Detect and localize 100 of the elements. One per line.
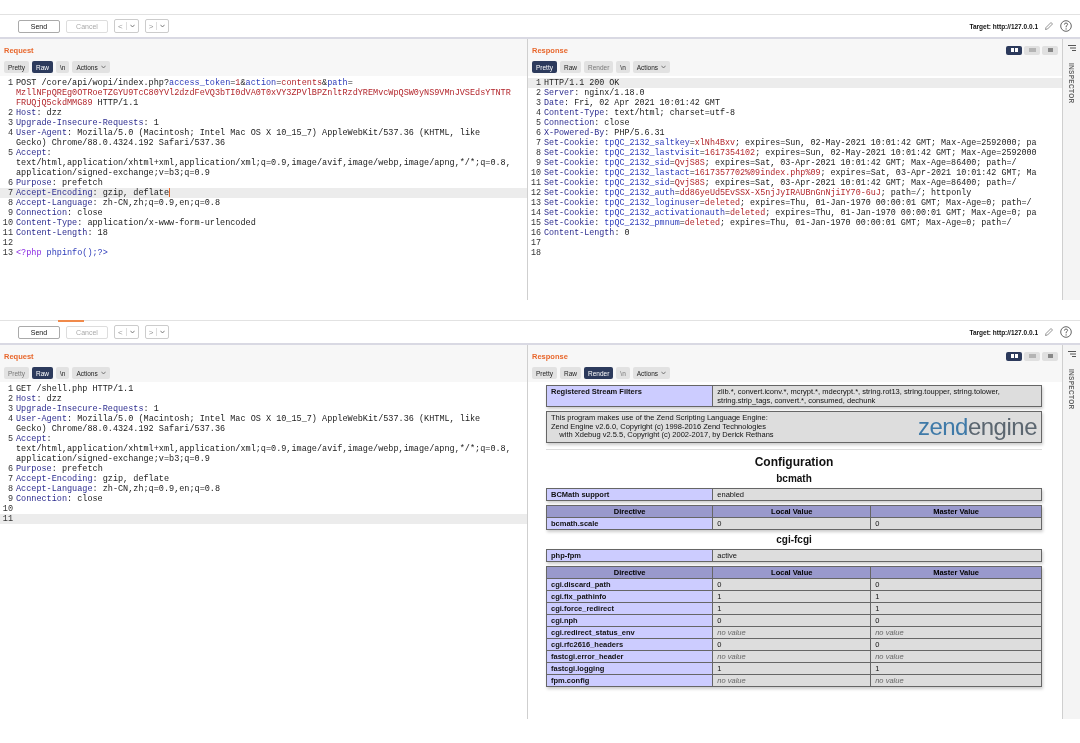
split-view-icon bbox=[1010, 48, 1018, 52]
line-number: 11 bbox=[1, 228, 14, 238]
line-number: 7 bbox=[6, 474, 14, 484]
menu-icon[interactable] bbox=[1067, 45, 1076, 51]
line-number: 11 bbox=[1, 514, 14, 524]
line-number: 3 bbox=[6, 118, 14, 128]
code-line: Set-Cookie: tpQC_2132_sid=QvjS8S; expires=Sat, 03-Apr-2021 10:01:42 GMT; Max-Age=86400; path=/ bbox=[544, 178, 1017, 188]
line-number: 4 bbox=[6, 414, 14, 424]
pencil-icon[interactable] bbox=[1044, 21, 1054, 31]
section-heading: cgi-fcgi bbox=[776, 534, 812, 545]
stacked-view-icon bbox=[1028, 354, 1036, 358]
code-line: application/signed-exchange;v=b3;q=0.9 bbox=[16, 454, 210, 464]
code-line: Purpose: prefetch bbox=[16, 464, 103, 474]
line-number: 10 bbox=[1, 504, 14, 514]
layout-toggle[interactable] bbox=[1024, 351, 1040, 361]
chevron-icon bbox=[100, 65, 106, 69]
code-line: Set-Cookie: tpQC_2132_sid=QvjS8S; expires=Sat, 03-Apr-2021 10:01:42 GMT; Max-Age=86400; path=/ bbox=[544, 158, 1017, 168]
line-number: 2 bbox=[534, 88, 542, 98]
layout-toggle[interactable] bbox=[1042, 351, 1058, 361]
code-line: Upgrade-Insecure-Requests: 1 bbox=[16, 118, 159, 128]
code-line: <?php phpinfo();?> bbox=[16, 248, 108, 258]
split-view-icon bbox=[1010, 354, 1018, 358]
code-line: Accept: bbox=[16, 434, 52, 444]
layout-toggle[interactable] bbox=[1006, 45, 1022, 55]
code-line: Set-Cookie: tpQC_2132_auth=dd86yeUd5EvSSX-X5njJyIRAUBnGnNjiIY70-6uJ; path=/; httponly bbox=[544, 188, 972, 198]
code-line: GET /shell.php HTTP/1.1 bbox=[16, 384, 134, 394]
chevron-icon bbox=[661, 65, 667, 69]
help-icon[interactable] bbox=[1060, 326, 1072, 338]
dropdown-caret-icon bbox=[160, 330, 166, 334]
layout-toggle[interactable] bbox=[1024, 45, 1040, 55]
code-line: Gecko) Chrome/88.0.4324.192 Safari/537.36 bbox=[16, 138, 226, 148]
line-number: 13 bbox=[1, 248, 14, 258]
line-number: 11 bbox=[529, 178, 542, 188]
code-line: Set-Cookie: tpQC_2132_activationauth=deleted; expires=Thu, 01-Jan-1970 00:00:01 GMT; Max-Age=0; pa bbox=[544, 208, 1037, 218]
dropdown-caret-icon bbox=[129, 330, 135, 334]
code-line: Server: nginx/1.18.0 bbox=[544, 88, 645, 98]
line-number: 2 bbox=[6, 394, 14, 404]
line-number: 15 bbox=[529, 218, 542, 228]
line-number: 13 bbox=[529, 198, 542, 208]
code-line: Content-Type: application/x-www-form-urlencoded bbox=[16, 218, 256, 228]
line-number: 9 bbox=[6, 494, 14, 504]
layout-toggle[interactable] bbox=[1006, 351, 1022, 361]
code-line: Accept: bbox=[16, 148, 52, 158]
code-line: Accept-Language: zh-CN,zh;q=0.9,en;q=0.8 bbox=[16, 198, 221, 208]
stacked-view-icon bbox=[1028, 48, 1036, 52]
line-number: 1 bbox=[534, 78, 542, 88]
line-number: 6 bbox=[6, 178, 14, 188]
line-number: 5 bbox=[6, 434, 14, 444]
line-number: 6 bbox=[534, 128, 542, 138]
line-number: 8 bbox=[6, 198, 14, 208]
line-number: 16 bbox=[529, 228, 542, 238]
code-line: Connection: close bbox=[16, 494, 103, 504]
line-number: 3 bbox=[6, 404, 14, 414]
pencil-icon[interactable] bbox=[1044, 327, 1054, 337]
single-view-icon bbox=[1046, 48, 1054, 52]
line-number: 8 bbox=[6, 484, 14, 494]
line-number: 4 bbox=[534, 108, 542, 118]
code-line: HTTP/1.1 200 OK bbox=[544, 78, 620, 88]
chevron-icon bbox=[661, 371, 667, 375]
line-number: 6 bbox=[6, 464, 14, 474]
line-number: 8 bbox=[534, 148, 542, 158]
line-number: 9 bbox=[6, 208, 14, 218]
zend-logo: zendengine bbox=[917, 414, 1037, 440]
code-line: User-Agent: Mozilla/5.0 (Macintosh; Intel Mac OS X 10_15_7) AppleWebKit/537.36 (KHTML, like bbox=[16, 128, 481, 138]
code-line: Set-Cookie: tpQC_2132_saltkey=xlNh4Bxv; expires=Sun, 02-May-2021 10:01:42 GMT; Max-Age=2592000; pa bbox=[544, 138, 1037, 148]
dropdown-caret-icon bbox=[129, 24, 135, 28]
line-number: 12 bbox=[529, 188, 542, 198]
code-line: Upgrade-Insecure-Requests: 1 bbox=[16, 404, 159, 414]
line-number: 3 bbox=[534, 98, 542, 108]
code-line: Purpose: prefetch bbox=[16, 178, 103, 188]
code-line: MzllNFpQREg0OTRoeTZGYU9TcC80YVl2dzdFeVQ3bTI0dVA0T0xVY3ZPVlBPZnltRzdYREMvcWpQSW0yNS9VMnJVSEdsYTNTR bbox=[16, 88, 511, 98]
line-number: 10 bbox=[529, 168, 542, 178]
code-line: Gecko) Chrome/88.0.4324.192 Safari/537.36 bbox=[16, 424, 226, 434]
line-number: 12 bbox=[1, 238, 14, 248]
layout-toggle[interactable] bbox=[1042, 45, 1058, 55]
code-line: Accept-Encoding: gzip, deflate bbox=[16, 188, 171, 198]
code-line: FRUQjQ5ckdMMG89 HTTP/1.1 bbox=[16, 98, 139, 108]
line-number: 1 bbox=[6, 384, 14, 394]
menu-icon[interactable] bbox=[1067, 351, 1076, 357]
code-line: Set-Cookie: tpQC_2132_lastvisit=1617354102; expires=Sun, 02-May-2021 10:01:42 GMT; Max-Age=2592000 bbox=[544, 148, 1037, 158]
code-line: text/html,application/xhtml+xml,application/xml;q=0.9,image/avif,image/webp,image/apng,*/*;q=0.8, bbox=[16, 444, 511, 454]
line-number: 7 bbox=[534, 138, 542, 148]
code-line: Accept-Encoding: gzip, deflate bbox=[16, 474, 170, 484]
code-line: Set-Cookie: tpQC_2132_lastact=1617357702%09index.php%09; expires=Sat, 03-Apr-2021 10:01:42 GMT; Ma bbox=[544, 168, 1037, 178]
single-view-icon bbox=[1046, 354, 1054, 358]
chevron-icon bbox=[100, 371, 106, 375]
code-line: User-Agent: Mozilla/5.0 (Macintosh; Intel Mac OS X 10_15_7) AppleWebKit/537.36 (KHTML, like bbox=[16, 414, 481, 424]
section-heading: bcmath bbox=[776, 473, 812, 484]
help-icon[interactable] bbox=[1060, 20, 1072, 32]
code-line: Connection: close bbox=[544, 118, 630, 128]
section-title: Configuration bbox=[754, 456, 834, 469]
code-line: Accept-Language: zh-CN,zh;q=0.9,en;q=0.8 bbox=[16, 484, 221, 494]
code-line: Set-Cookie: tpQC_2132_pmnum=deleted; expires=Thu, 01-Jan-1970 00:00:01 GMT; Max-Age=0; path=/ bbox=[544, 218, 1012, 228]
line-number: 5 bbox=[534, 118, 542, 128]
code-line: Content-Type: text/html; charset=utf-8 bbox=[544, 108, 735, 118]
code-line: Content-Length: 18 bbox=[16, 228, 108, 238]
line-number: 17 bbox=[529, 238, 542, 248]
code-line: application/signed-exchange;v=b3;q=0.9 bbox=[16, 168, 210, 178]
line-number: 5 bbox=[6, 148, 14, 158]
line-number: 18 bbox=[529, 248, 542, 258]
